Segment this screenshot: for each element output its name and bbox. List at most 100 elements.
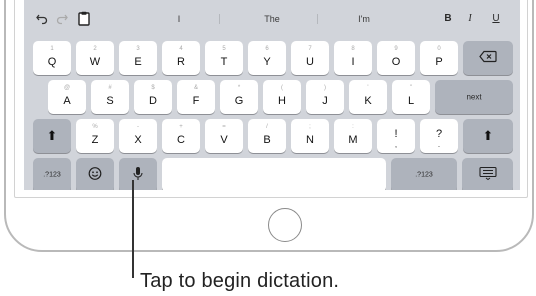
key-label: Q xyxy=(47,56,57,68)
key-label: G xyxy=(234,95,244,107)
key-hint: 7 xyxy=(308,46,312,52)
key-hint: = xyxy=(222,124,226,130)
key-hint: 9 xyxy=(394,46,398,52)
delete-key[interactable] xyxy=(463,41,513,75)
return-key[interactable]: next xyxy=(435,80,513,114)
key-hint: 3 xyxy=(136,46,140,52)
key-m[interactable]: :M xyxy=(334,119,372,153)
key-q[interactable]: 1Q xyxy=(33,41,71,75)
key-v[interactable]: = V xyxy=(205,119,243,153)
key-hint: & xyxy=(193,85,198,91)
key-label: A xyxy=(63,95,71,107)
key-f[interactable]: & F xyxy=(177,80,215,114)
clipboard-paste-icon[interactable] xyxy=(76,11,92,27)
underline-button[interactable]: U xyxy=(490,11,502,27)
key-k[interactable]: ' K xyxy=(349,80,387,114)
key-g[interactable]: * G xyxy=(220,80,258,114)
keyboard-dismiss-icon xyxy=(462,166,513,184)
key-hint: 1 xyxy=(50,46,54,52)
key-o[interactable]: 9O xyxy=(377,41,415,75)
key-label: X xyxy=(134,134,142,146)
key-label: R xyxy=(177,56,185,68)
key-p[interactable]: 0P xyxy=(420,41,458,75)
shift-key-left[interactable]: ⬆ xyxy=(33,119,71,153)
key-hint: * xyxy=(237,85,241,91)
key-hint: + xyxy=(179,124,183,130)
key-hint: % xyxy=(92,124,98,130)
key-c[interactable]: + C xyxy=(162,119,200,153)
home-button[interactable] xyxy=(268,208,302,242)
key-label: H xyxy=(278,95,286,107)
key-w[interactable]: 2W xyxy=(76,41,114,75)
dictation-mic-key[interactable] xyxy=(119,158,157,190)
key-b[interactable]: / B xyxy=(248,119,286,153)
key-label: V xyxy=(220,134,228,146)
key-label: U xyxy=(306,56,314,68)
key-hint: 8 xyxy=(351,46,355,52)
key-hint: ; xyxy=(309,124,311,130)
key-hint: 4 xyxy=(179,46,183,52)
key-hint: - xyxy=(137,124,139,130)
key-label: E xyxy=(134,56,142,68)
key-hint: , xyxy=(394,140,398,149)
suggestion-divider xyxy=(219,14,220,24)
bold-button[interactable]: B xyxy=(442,11,454,27)
key-h[interactable]: (H xyxy=(263,80,301,114)
key-label: J xyxy=(322,95,328,107)
key-exclamation[interactable]: !, xyxy=(377,119,415,153)
key-a[interactable]: @ A xyxy=(48,80,86,114)
key-s[interactable]: # S xyxy=(91,80,129,114)
key-label: O xyxy=(391,56,401,68)
key-n[interactable]: ; N xyxy=(291,119,329,153)
dictation-caption: Tap to begin dictation. xyxy=(140,270,340,292)
key-question[interactable]: ?. xyxy=(420,119,458,153)
emoji-key[interactable] xyxy=(76,158,114,190)
key-hint: / xyxy=(266,124,268,130)
key-label: I xyxy=(351,56,355,68)
suggestion-1[interactable]: I xyxy=(164,11,194,27)
key-hint: ( xyxy=(281,85,283,91)
key-hint: ) xyxy=(324,85,326,91)
key-label: ! xyxy=(394,128,398,140)
key-hint: 2 xyxy=(93,46,97,52)
key-label: T xyxy=(220,56,228,68)
key-e[interactable]: 3E xyxy=(119,41,157,75)
key-label: C xyxy=(177,134,185,146)
key-t[interactable]: 5T xyxy=(205,41,243,75)
key-label: K xyxy=(364,95,372,107)
space-bar[interactable] xyxy=(162,158,386,190)
key-hint: 5 xyxy=(222,46,226,52)
shift-icon: ⬆ xyxy=(46,128,58,143)
key-j[interactable]: ) J xyxy=(306,80,344,114)
microphone-icon xyxy=(119,166,157,184)
shift-key-right[interactable]: ⬆ xyxy=(463,119,513,153)
key-label: L xyxy=(407,95,415,107)
shift-icon: ⬆ xyxy=(482,128,494,143)
callout-line xyxy=(132,180,134,278)
key-hint: 6 xyxy=(265,46,269,52)
emoji-icon xyxy=(76,167,114,184)
suggestion-divider xyxy=(317,14,318,24)
undo-icon[interactable] xyxy=(34,11,50,27)
key-r[interactable]: 4R xyxy=(162,41,200,75)
key-l[interactable]: " L xyxy=(392,80,430,114)
key-hint: . xyxy=(437,140,441,149)
key-i[interactable]: 8I xyxy=(334,41,372,75)
key-u[interactable]: 7U xyxy=(291,41,329,75)
suggestion-3[interactable]: I'm xyxy=(344,11,384,27)
key-x[interactable]: -X xyxy=(119,119,157,153)
key-z[interactable]: % Z xyxy=(76,119,114,153)
suggestion-2[interactable]: The xyxy=(252,11,292,27)
numbers-key-left[interactable]: .?123 xyxy=(33,158,71,190)
italic-button[interactable]: I xyxy=(464,11,476,27)
key-hint: 0 xyxy=(437,46,441,52)
key-d[interactable]: $ D xyxy=(134,80,172,114)
key-label: Y xyxy=(263,56,271,68)
key-hint: : xyxy=(352,124,354,130)
key-label: S xyxy=(106,95,114,107)
numbers-key-right[interactable]: .?123 xyxy=(391,158,457,190)
redo-icon[interactable] xyxy=(54,11,70,27)
key-y[interactable]: 6Y xyxy=(248,41,286,75)
hide-keyboard-key[interactable] xyxy=(462,158,513,190)
key-label: M xyxy=(348,134,358,146)
